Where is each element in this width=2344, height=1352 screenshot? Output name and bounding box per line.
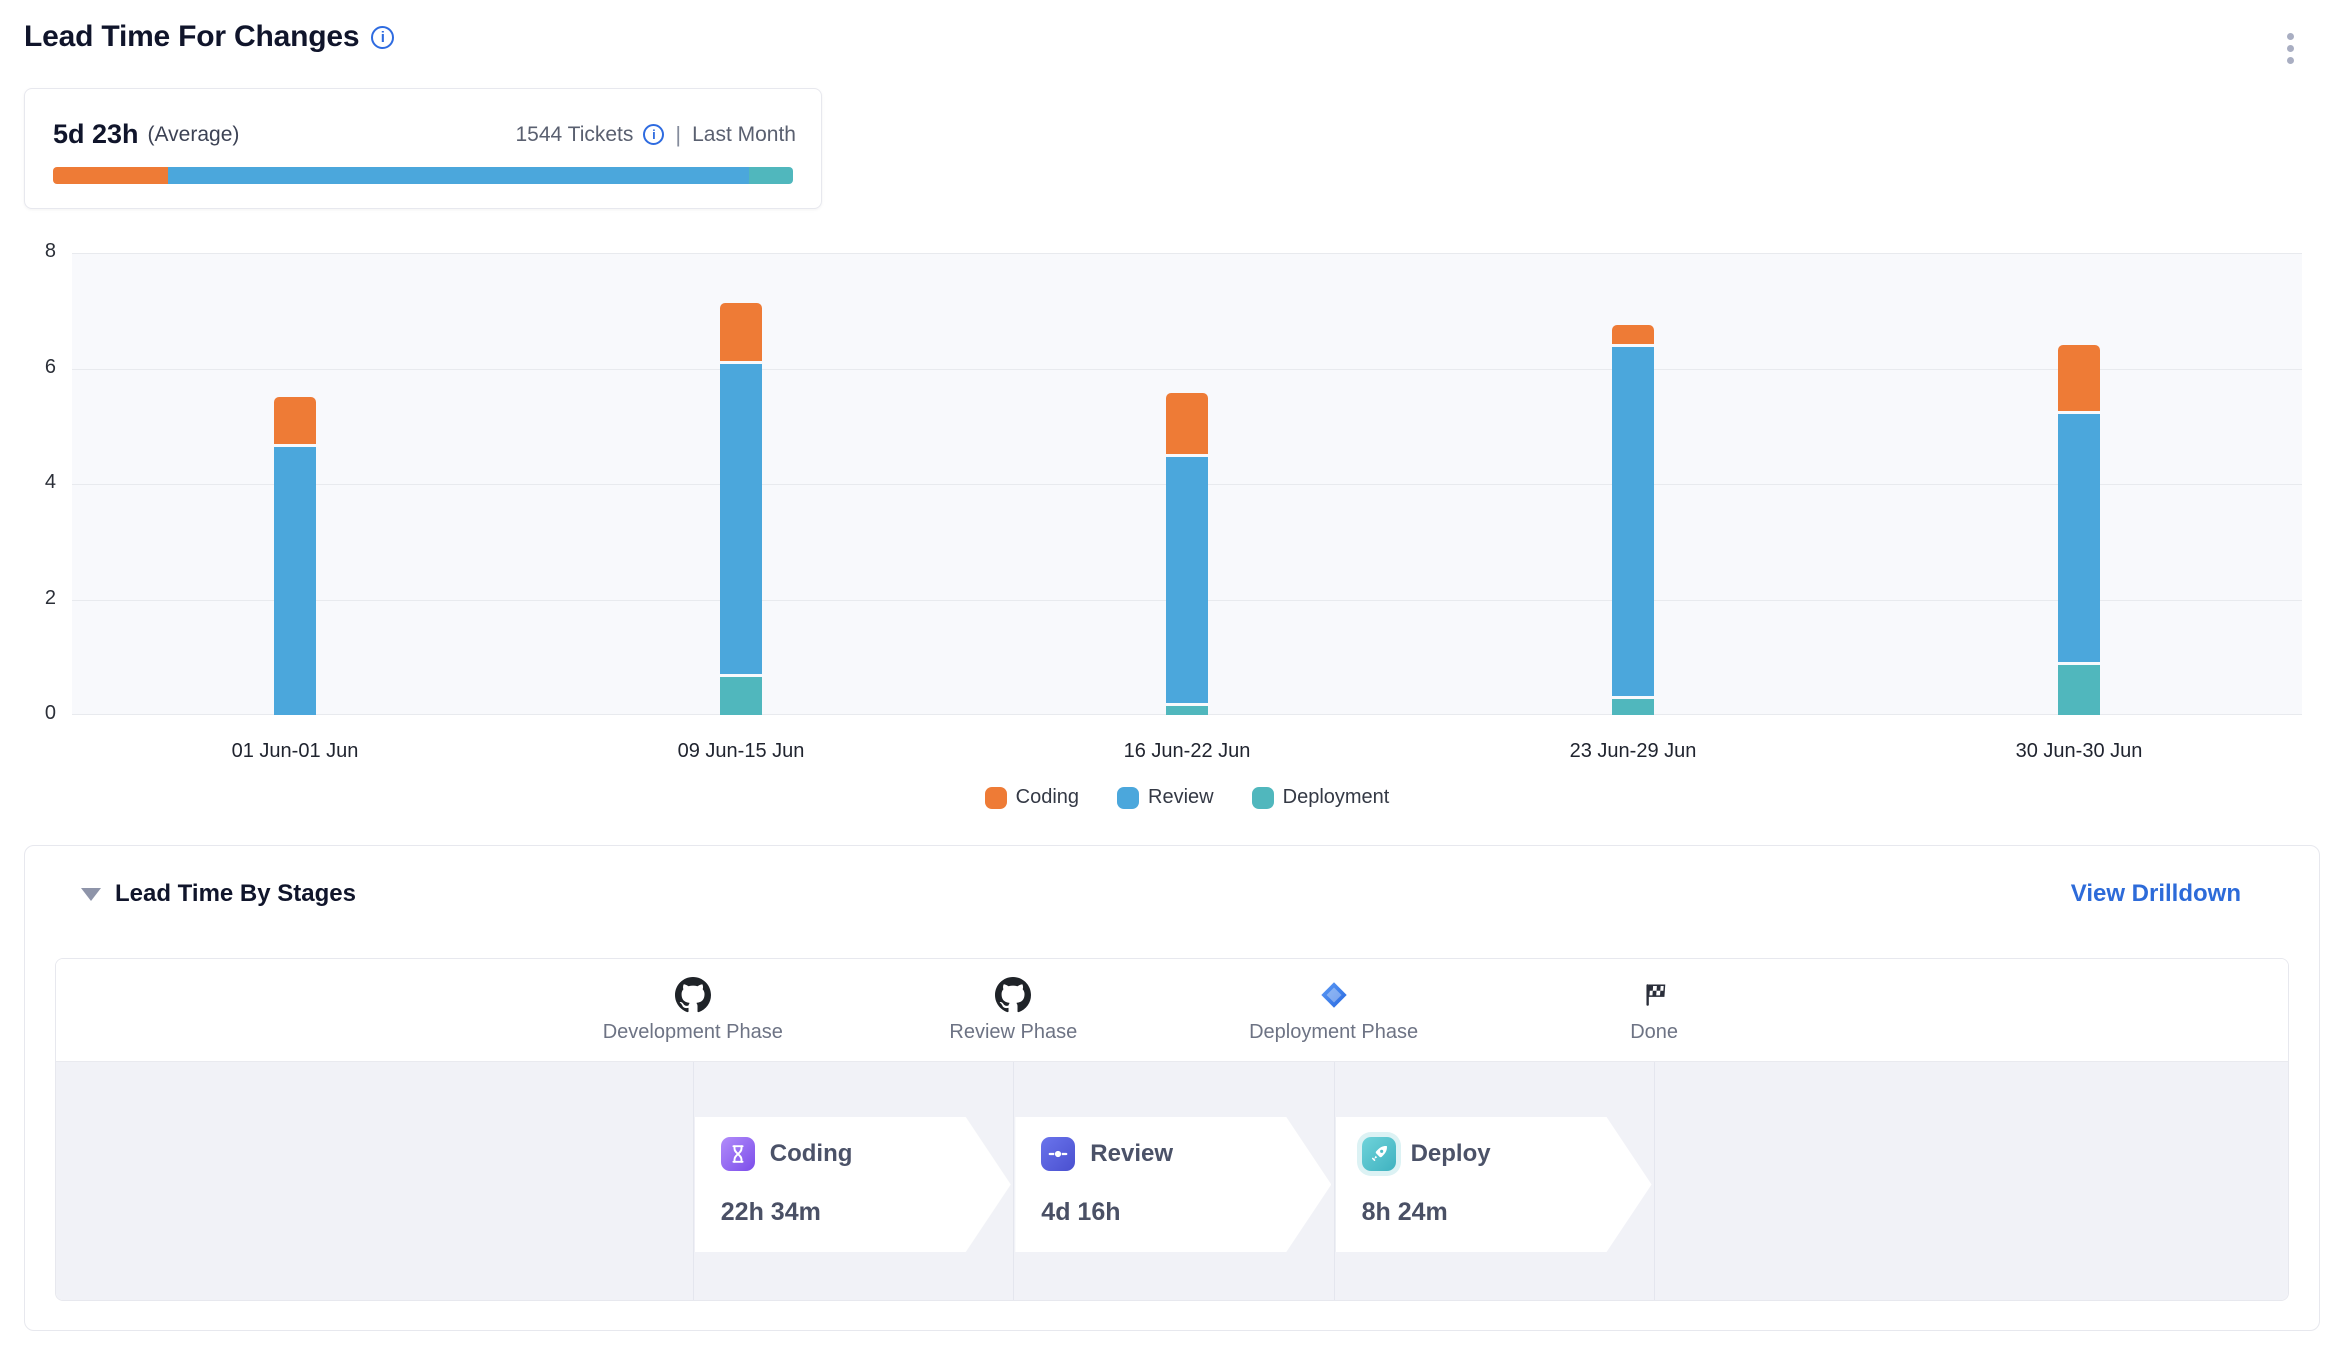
- view-drilldown-link[interactable]: View Drilldown: [2071, 880, 2241, 908]
- phase-deployment: Deployment Phase: [1184, 973, 1484, 1044]
- x-axis-label: 01 Jun-01 Jun: [232, 740, 359, 763]
- stacked-bar-30 Jun-30 Jun[interactable]: [2058, 253, 2100, 715]
- stage-value: 8h 24m: [1362, 1198, 1652, 1227]
- bar-segment-deployment[interactable]: [2058, 665, 2100, 715]
- x-axis-label: 23 Jun-29 Jun: [1570, 740, 1697, 763]
- legend-label: Coding: [1016, 786, 1079, 809]
- phase-label: Deployment Phase: [1184, 1021, 1484, 1044]
- average-value: 5d 23h: [53, 119, 139, 150]
- stages-body-row: Coding 22h 34m Review: [56, 1062, 2288, 1301]
- bar-segment-review[interactable]: [720, 364, 762, 674]
- average-label: (Average): [148, 123, 240, 147]
- legend-label: Deployment: [1283, 786, 1390, 809]
- phase-development: Development Phase: [543, 973, 843, 1044]
- column-divider: [693, 1062, 694, 1301]
- y-axis-tick-2: 2: [16, 587, 56, 610]
- legend-swatch: [985, 787, 1007, 809]
- lead-time-dashboard: Lead Time For Changes i 5d 23h (Average)…: [0, 0, 2344, 1352]
- hourglass-icon: [721, 1137, 755, 1171]
- summary-bar-segment-review: [168, 167, 748, 184]
- rocket-icon: [1362, 1137, 1396, 1171]
- bar-segment-review[interactable]: [1166, 457, 1208, 703]
- x-axis-label: 30 Jun-30 Jun: [2016, 740, 2143, 763]
- page-title: Lead Time For Changes: [24, 20, 359, 54]
- checkered-flag-icon: [1504, 973, 1804, 1017]
- summary-bar-segment-coding: [53, 167, 168, 184]
- stage-card-deploy: Deploy 8h 24m: [1336, 1117, 1652, 1252]
- commit-icon: [1041, 1137, 1075, 1171]
- stage-value: 22h 34m: [721, 1198, 1011, 1227]
- stage-title: Coding: [770, 1140, 853, 1168]
- stage-title: Deploy: [1411, 1140, 1491, 1168]
- github-icon: [863, 973, 1163, 1017]
- stage-card-coding: Coding 22h 34m: [695, 1117, 1011, 1252]
- page-header: Lead Time For Changes i: [24, 20, 394, 54]
- stacked-bar-16 Jun-22 Jun[interactable]: [1166, 253, 1208, 715]
- info-icon[interactable]: i: [371, 26, 394, 49]
- bar-segment-coding[interactable]: [1612, 325, 1654, 344]
- stage-value: 4d 16h: [1041, 1198, 1331, 1227]
- bar-segment-review[interactable]: [274, 447, 316, 715]
- bar-segment-review[interactable]: [2058, 414, 2100, 662]
- phase-label: Development Phase: [543, 1021, 843, 1044]
- stages-table: Development Phase Review Phase: [55, 958, 2289, 1301]
- bar-segment-deployment[interactable]: [1612, 699, 1654, 715]
- stages-header: Lead Time By Stages View Drilldown: [81, 880, 2241, 908]
- y-axis-tick-4: 4: [16, 471, 56, 494]
- phase-label: Review Phase: [863, 1021, 1163, 1044]
- legend-item-coding[interactable]: Coding: [985, 786, 1079, 809]
- legend-item-deployment[interactable]: Deployment: [1252, 786, 1390, 809]
- stacked-bar-01 Jun-01 Jun[interactable]: [274, 253, 316, 715]
- legend-label: Review: [1148, 786, 1214, 809]
- x-axis-label: 16 Jun-22 Jun: [1124, 740, 1251, 763]
- column-divider: [1654, 1062, 1655, 1301]
- bar-segment-coding[interactable]: [1166, 393, 1208, 454]
- summary-progress-bar: [53, 167, 793, 184]
- y-axis-tick-6: 6: [16, 356, 56, 379]
- x-axis-label: 09 Jun-15 Jun: [678, 740, 805, 763]
- bar-segment-coding[interactable]: [2058, 345, 2100, 411]
- legend-item-review[interactable]: Review: [1117, 786, 1214, 809]
- period-label: Last Month: [692, 123, 796, 147]
- column-divider: [1013, 1062, 1014, 1301]
- stage-title: Review: [1090, 1140, 1173, 1168]
- lead-time-by-stages-card: Lead Time By Stages View Drilldown Devel…: [24, 845, 2320, 1331]
- bar-segment-deployment[interactable]: [720, 677, 762, 715]
- collapse-caret-icon[interactable]: [81, 888, 101, 901]
- y-axis-tick-8: 8: [16, 240, 56, 263]
- legend-swatch: [1117, 787, 1139, 809]
- stacked-bar-23 Jun-29 Jun[interactable]: [1612, 253, 1654, 715]
- stage-card-review: Review 4d 16h: [1015, 1117, 1331, 1252]
- phase-header-row: Development Phase Review Phase: [56, 959, 2288, 1062]
- stacked-bar-09 Jun-15 Jun[interactable]: [720, 253, 762, 715]
- y-axis-tick-0: 0: [16, 702, 56, 725]
- lead-time-bar-chart: 0246801 Jun-01 Jun09 Jun-15 Jun16 Jun-22…: [72, 253, 2302, 715]
- stages-title: Lead Time By Stages: [115, 880, 356, 908]
- phase-label: Done: [1504, 1021, 1804, 1044]
- phase-done: Done: [1504, 973, 1804, 1044]
- tickets-count: 1544 Tickets: [515, 123, 633, 147]
- bar-segment-review[interactable]: [1612, 347, 1654, 696]
- bar-segment-coding[interactable]: [274, 397, 316, 444]
- summary-row: 5d 23h (Average) 1544 Tickets i | Last M…: [53, 119, 796, 150]
- kebab-menu-icon[interactable]: [2287, 33, 2294, 64]
- column-divider: [1334, 1062, 1335, 1301]
- phase-review: Review Phase: [863, 973, 1163, 1044]
- summary-bar-segment-deployment: [749, 167, 793, 184]
- bar-segment-deployment[interactable]: [1166, 706, 1208, 715]
- summary-card: 5d 23h (Average) 1544 Tickets i | Last M…: [24, 88, 822, 209]
- github-icon: [543, 973, 843, 1017]
- chart-legend: Coding Review Deployment: [72, 786, 2302, 809]
- tickets-info-icon[interactable]: i: [643, 124, 664, 145]
- legend-swatch: [1252, 787, 1274, 809]
- bar-segment-coding[interactable]: [720, 303, 762, 361]
- summary-meta: 1544 Tickets i | Last Month: [515, 122, 796, 148]
- diamond-icon: [1184, 973, 1484, 1017]
- meta-divider: |: [674, 122, 682, 148]
